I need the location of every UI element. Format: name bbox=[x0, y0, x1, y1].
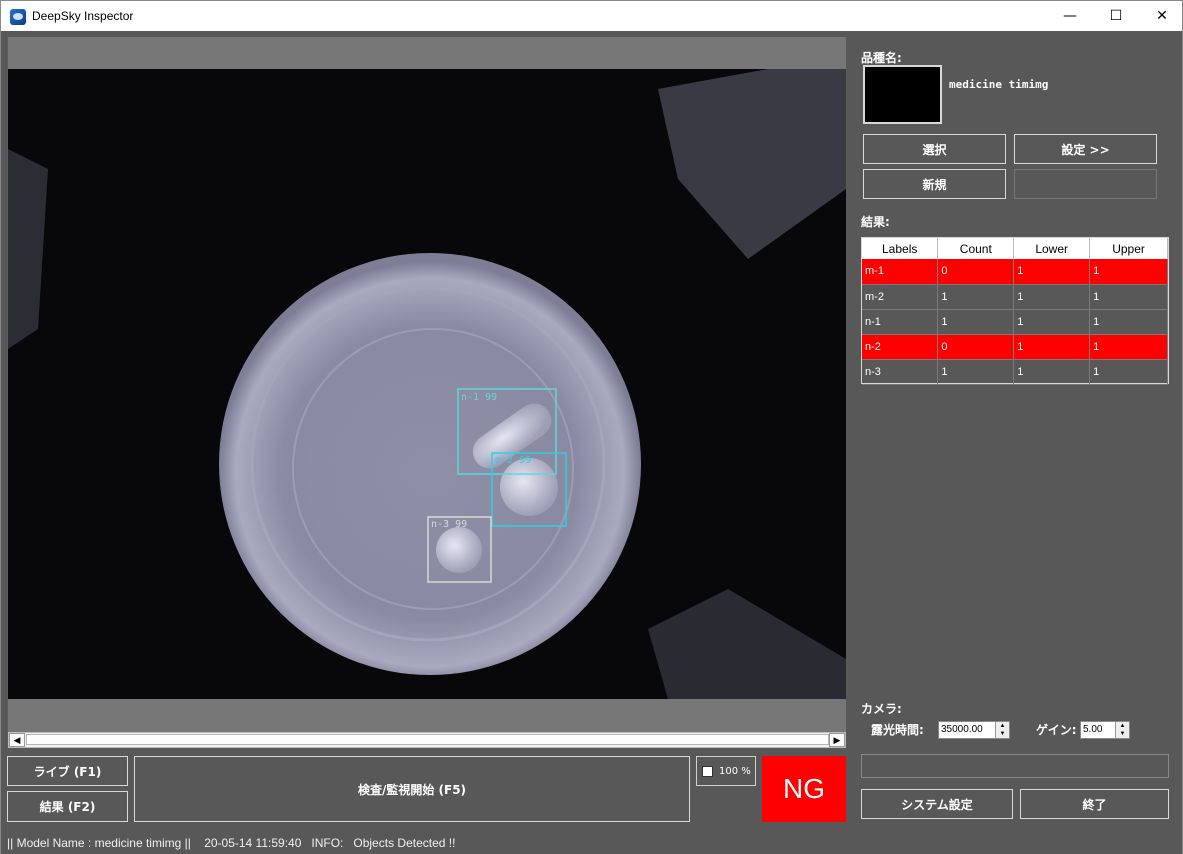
empty-slot bbox=[1014, 169, 1157, 199]
cell-upper: 1 bbox=[1089, 309, 1168, 335]
message-field bbox=[861, 754, 1169, 778]
cell-lower: 1 bbox=[1013, 359, 1091, 385]
minimize-button[interactable]: — bbox=[1047, 1, 1093, 32]
results-table: Labels Count Lower Upper m-1 0 1 1 m-2 1… bbox=[861, 237, 1169, 385]
detection-label-n1: n-1 99 bbox=[461, 392, 497, 403]
scroll-thumb[interactable] bbox=[26, 734, 829, 745]
table-row[interactable]: n-1 1 1 1 bbox=[862, 309, 1168, 335]
cell-label: n-2 bbox=[862, 334, 939, 360]
camera-section-label: カメラ: bbox=[861, 702, 902, 716]
cell-label: m-1 bbox=[862, 259, 939, 285]
cell-upper: 1 bbox=[1089, 284, 1168, 310]
column-header[interactable]: Labels bbox=[862, 238, 939, 259]
start-inspection-button[interactable]: 検査/監視開始 (F5) bbox=[134, 756, 690, 822]
model-settings-button[interactable]: 設定 >> bbox=[1014, 134, 1157, 164]
results-section-label: 結果: bbox=[861, 215, 890, 229]
close-button[interactable]: ✕ bbox=[1139, 1, 1183, 32]
cell-label: n-1 bbox=[862, 309, 939, 335]
main-window: n-1 99 m-2 99 n-3 99 ◀ ▶ ライブ (F1) 結果 (F2… bbox=[0, 31, 1183, 854]
app-logo-icon bbox=[10, 9, 26, 25]
cell-label: n-3 bbox=[862, 359, 939, 385]
column-header[interactable]: Lower bbox=[1013, 238, 1091, 259]
table-header: Labels Count Lower Upper bbox=[862, 238, 1168, 259]
gain-value[interactable]: 5.00 bbox=[1083, 724, 1102, 735]
column-header[interactable]: Upper bbox=[1089, 238, 1168, 259]
background-block-bottom-right bbox=[648, 589, 846, 699]
checkbox-icon[interactable] bbox=[702, 765, 713, 777]
cell-count: 1 bbox=[937, 284, 1015, 310]
cell-upper: 1 bbox=[1089, 334, 1168, 360]
model-name: medicine timimg bbox=[949, 78, 1049, 91]
model-section-label: 品種名: bbox=[861, 51, 902, 65]
verdict-indicator: NG bbox=[762, 756, 846, 822]
exposure-label: 露光時間: bbox=[871, 723, 924, 737]
table-row[interactable]: m-2 1 1 1 bbox=[862, 284, 1168, 310]
cell-count: 0 bbox=[937, 334, 1015, 360]
round-pill-n3 bbox=[436, 527, 482, 573]
cell-lower: 1 bbox=[1013, 334, 1091, 360]
cell-lower: 1 bbox=[1013, 259, 1091, 285]
image-viewer: n-1 99 m-2 99 n-3 99 bbox=[8, 37, 846, 735]
table-row[interactable]: n-2 0 1 1 bbox=[862, 334, 1168, 360]
exit-button[interactable]: 終了 bbox=[1020, 789, 1169, 819]
round-pill-m2 bbox=[500, 458, 558, 516]
cell-lower: 1 bbox=[1013, 284, 1091, 310]
live-button[interactable]: ライブ (F1) bbox=[7, 756, 128, 786]
detection-label-m2: m-2 99 bbox=[495, 455, 531, 466]
detection-label-n3: n-3 99 bbox=[431, 519, 467, 530]
gain-spinbox[interactable]: 5.00 ▲ ▼ bbox=[1080, 721, 1130, 739]
bowl bbox=[219, 253, 641, 675]
cell-count: 0 bbox=[937, 259, 1015, 285]
exposure-value[interactable]: 35000.00 bbox=[941, 724, 983, 735]
new-model-button[interactable]: 新規 bbox=[863, 169, 1006, 199]
table-row[interactable]: n-3 1 1 1 bbox=[862, 359, 1168, 385]
scroll-right-icon[interactable]: ▶ bbox=[829, 733, 845, 747]
zoom-checkbox[interactable]: 100 % bbox=[696, 756, 756, 786]
scroll-left-icon[interactable]: ◀ bbox=[9, 733, 25, 747]
cell-upper: 1 bbox=[1089, 359, 1168, 385]
model-thumbnail bbox=[863, 65, 942, 124]
background-block-top-right bbox=[658, 69, 846, 259]
inspection-image: n-1 99 m-2 99 n-3 99 bbox=[8, 69, 846, 699]
camera-image: n-1 99 m-2 99 n-3 99 bbox=[8, 69, 846, 699]
exposure-spinbox[interactable]: 35000.00 ▲ ▼ bbox=[938, 721, 1010, 739]
maximize-button[interactable]: ☐ bbox=[1093, 1, 1139, 32]
cell-count: 1 bbox=[937, 359, 1015, 385]
cell-label: m-2 bbox=[862, 284, 939, 310]
title-bar: DeepSky Inspector — ☐ ✕ bbox=[0, 0, 1183, 31]
spin-arrows-icon[interactable]: ▲ ▼ bbox=[995, 722, 1009, 738]
gain-label: ゲイン: bbox=[1036, 723, 1077, 737]
spin-arrows-icon[interactable]: ▲ ▼ bbox=[1115, 722, 1129, 738]
zoom-label: 100 % bbox=[719, 765, 751, 777]
cell-count: 1 bbox=[937, 309, 1015, 335]
result-button[interactable]: 結果 (F2) bbox=[7, 791, 128, 822]
window-title: DeepSky Inspector bbox=[32, 9, 134, 23]
select-model-button[interactable]: 選択 bbox=[863, 134, 1006, 164]
horizontal-scrollbar[interactable]: ◀ ▶ bbox=[8, 732, 846, 748]
status-bar: || Model Name : medicine timimg || 20-05… bbox=[7, 836, 456, 850]
cell-upper: 1 bbox=[1089, 259, 1168, 285]
table-row[interactable]: m-1 0 1 1 bbox=[862, 259, 1168, 285]
system-settings-button[interactable]: システム設定 bbox=[861, 789, 1013, 819]
column-header[interactable]: Count bbox=[937, 238, 1015, 259]
background-block-left bbox=[8, 149, 48, 349]
cell-lower: 1 bbox=[1013, 309, 1091, 335]
